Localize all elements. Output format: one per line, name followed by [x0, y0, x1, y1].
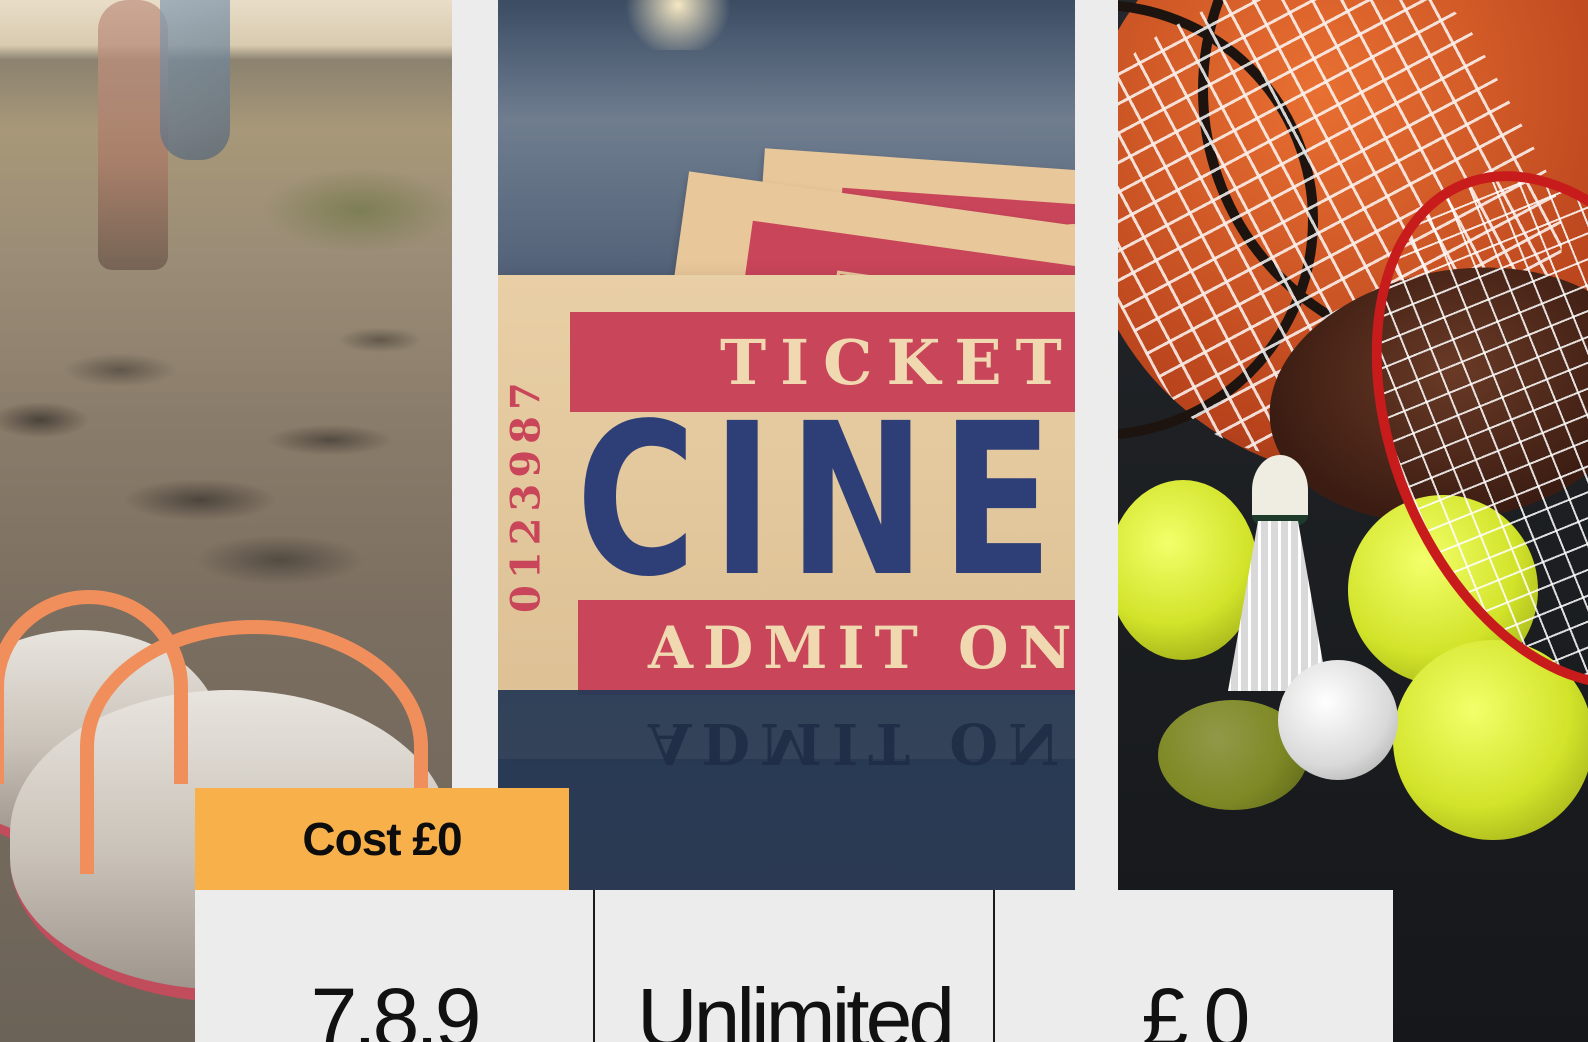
- cost-badge: Cost £0: [195, 788, 569, 890]
- info-table: 7.8.9 Unlimited £ 0: [195, 890, 1393, 1042]
- shuttlecock: [1228, 455, 1328, 695]
- person-figure: [98, 0, 168, 270]
- sports-equipment-photo: [1118, 0, 1588, 1042]
- ticket-reflection-text: ADMIT ON: [648, 710, 1070, 776]
- info-cell-price: £ 0: [995, 890, 1393, 1042]
- info-cell-price-value: £ 0: [1141, 971, 1251, 1042]
- info-cell-usage: Unlimited: [595, 890, 995, 1042]
- ticket-cinema-word: CINEM: [576, 378, 1075, 623]
- ticket-reflection: ADMIT ON: [498, 690, 1075, 890]
- ticket-serial: 0123987: [502, 376, 550, 614]
- front-ticket: 0123987 TICKET CINEM ADMIT ON: [498, 275, 1075, 759]
- info-cell-usage-value: Unlimited: [636, 971, 955, 1042]
- info-cell-days-value: 7.8.9: [310, 971, 482, 1042]
- ticket-band-bottom: ADMIT ON: [578, 600, 1075, 695]
- towel-figure: [160, 0, 230, 160]
- light-glow: [618, 0, 738, 50]
- info-cell-days: 7.8.9: [195, 890, 595, 1042]
- golf-ball: [1278, 660, 1398, 780]
- cinema-ticket-photo: TIC TICK 0123987 TICKET CINEM ADMIT ON A…: [498, 0, 1075, 890]
